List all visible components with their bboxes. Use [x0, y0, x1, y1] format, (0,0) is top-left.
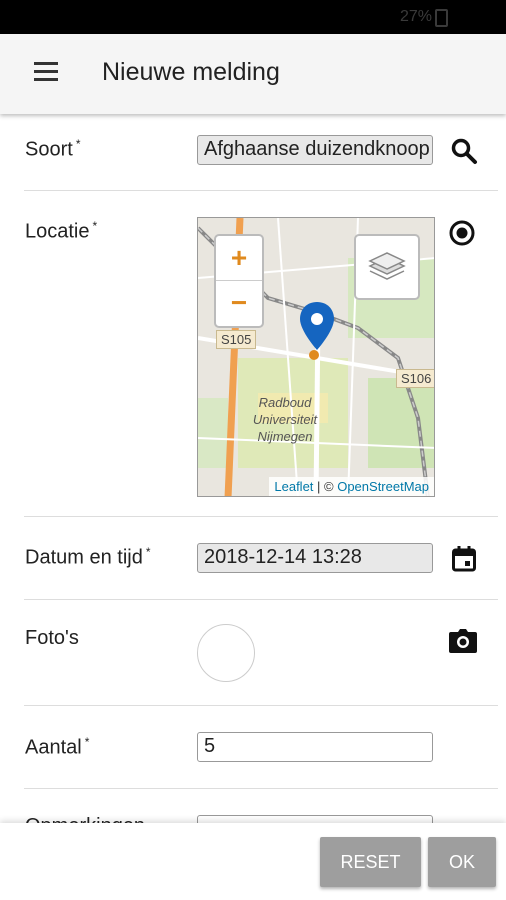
- location-map[interactable]: S105 S106 Radboud Universiteit Nijmegen …: [197, 217, 435, 497]
- divider: [24, 705, 498, 706]
- menu-icon[interactable]: [34, 62, 58, 82]
- road-label-s105: S105: [216, 330, 257, 349]
- search-icon[interactable]: [450, 137, 478, 170]
- photo-placeholder[interactable]: [197, 624, 255, 682]
- locatie-label: Locatie *: [25, 219, 98, 243]
- layers-button[interactable]: [354, 234, 420, 300]
- place-label-line: Nijmegen: [257, 429, 313, 444]
- osm-link[interactable]: OpenStreetMap: [337, 479, 429, 494]
- aantal-label: Aantal *: [25, 735, 90, 759]
- battery-level: 27%: [399, 8, 432, 25]
- zoom-out-button[interactable]: −: [216, 281, 262, 325]
- zoom-control: + −: [214, 234, 264, 328]
- zoom-in-button[interactable]: +: [216, 236, 262, 281]
- datum-label: Datum en tijd *: [25, 545, 151, 569]
- divider: [24, 190, 498, 191]
- locate-icon[interactable]: [447, 218, 477, 253]
- divider: [24, 788, 498, 789]
- divider: [24, 516, 498, 517]
- fotos-label: Foto's: [25, 627, 79, 649]
- app-bar: Nieuwe melding: [0, 34, 506, 114]
- place-label-line: Universiteit: [252, 412, 318, 427]
- status-bar: 27%: [0, 0, 506, 34]
- calendar-icon[interactable]: [452, 546, 476, 577]
- soort-label: Soort *: [25, 137, 81, 161]
- location-marker-icon[interactable]: [297, 300, 337, 362]
- camera-icon[interactable]: [449, 629, 477, 658]
- leaflet-link[interactable]: Leaflet: [274, 479, 313, 494]
- battery-icon: [435, 9, 448, 27]
- divider: [24, 599, 498, 600]
- datetime-field[interactable]: 2018-12-14 13:28: [197, 543, 433, 573]
- action-bar: RESET OK: [0, 823, 506, 900]
- page-title: Nieuwe melding: [102, 58, 280, 86]
- ok-button[interactable]: OK: [428, 837, 496, 887]
- place-label: Radboud Universiteit Nijmegen: [250, 394, 320, 445]
- road-label-s106: S106: [396, 369, 434, 388]
- attribution-separator: | ©: [313, 479, 338, 494]
- species-field[interactable]: Afghaanse duizendknoop: [197, 135, 433, 165]
- place-label-line: Radboud: [258, 395, 312, 410]
- reset-button[interactable]: RESET: [320, 837, 421, 887]
- layers-icon: [368, 252, 406, 280]
- map-attribution: Leaflet | © OpenStreetMap: [269, 477, 434, 496]
- quantity-field[interactable]: 5: [197, 732, 433, 762]
